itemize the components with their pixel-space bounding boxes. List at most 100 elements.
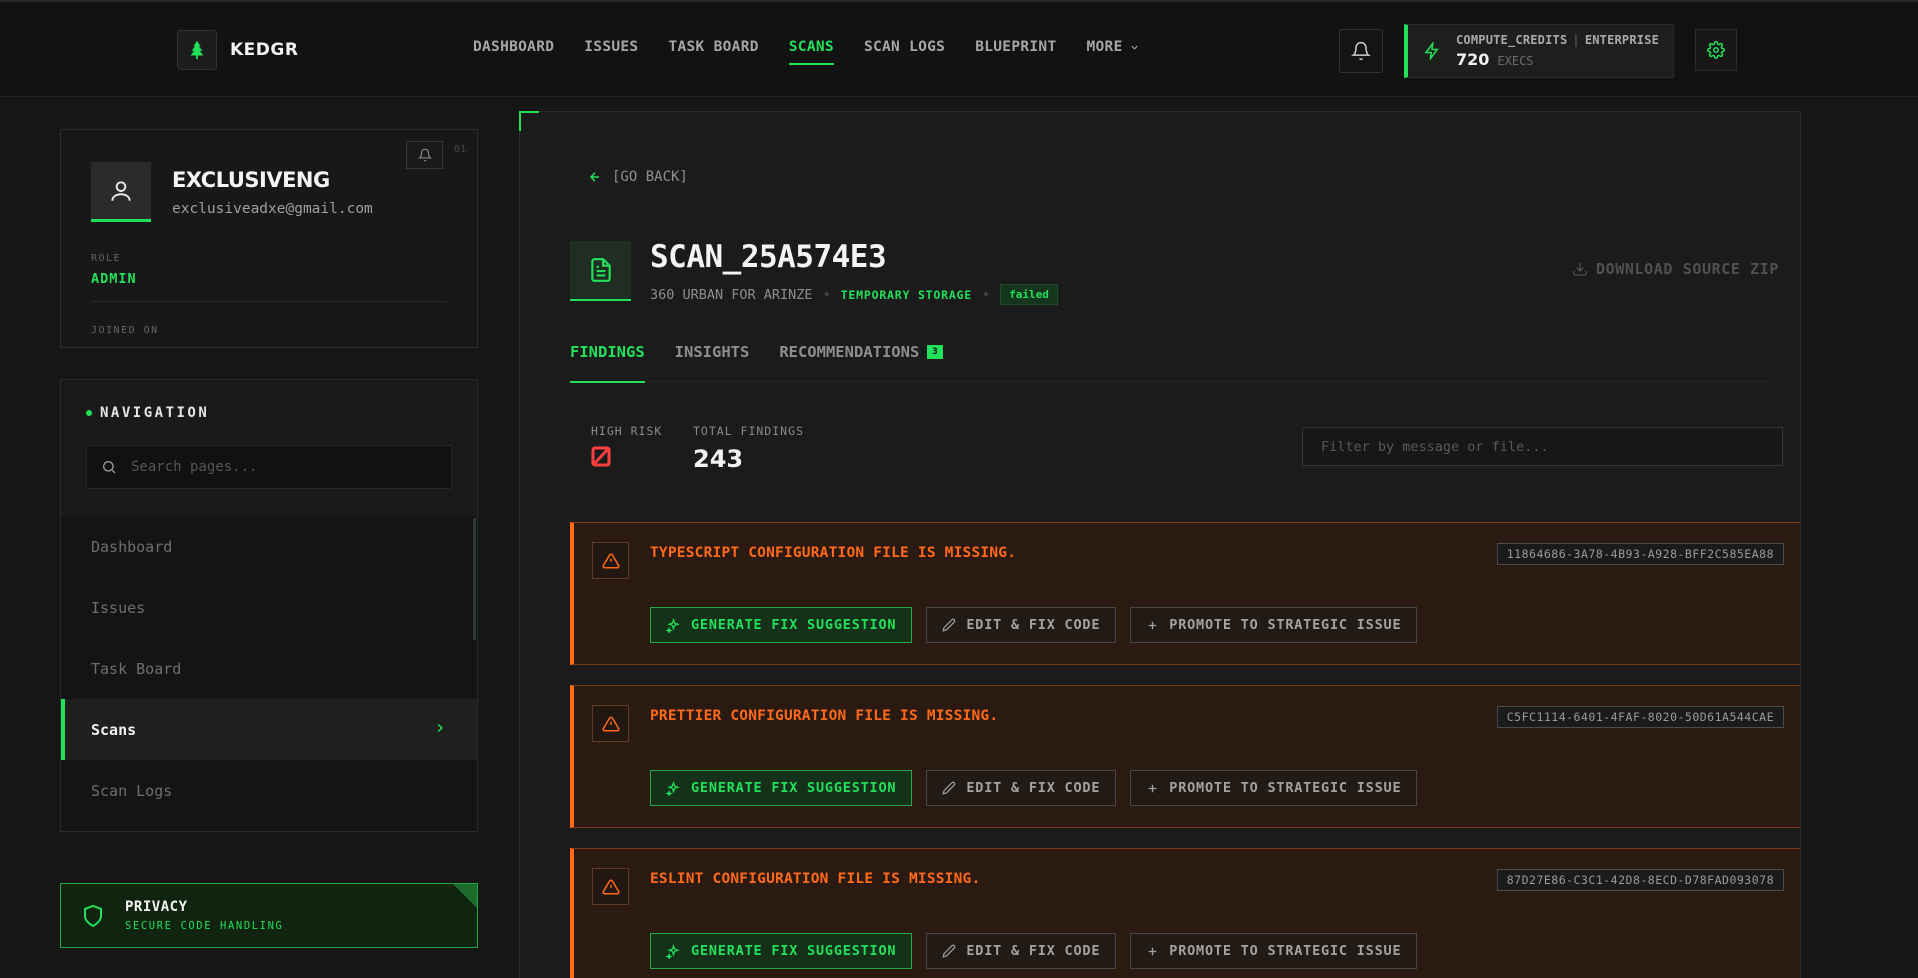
sidebar-item-scan-logs[interactable]: Scan Logs: [61, 760, 477, 821]
scan-title: SCAN_25A574E3: [650, 239, 887, 275]
generate-fix-suggestion-button[interactable]: GENERATE FIX SUGGESTION: [650, 607, 913, 643]
tab-findings[interactable]: FINDINGS: [570, 336, 645, 383]
warning-icon: [592, 868, 629, 905]
promote-to-strategic-issue-button[interactable]: PROMOTE TO STRATEGIC ISSUE: [1130, 770, 1418, 806]
nav-blueprint[interactable]: BLUEPRINT: [975, 39, 1056, 61]
generate-fix-suggestion-button[interactable]: GENERATE FIX SUGGESTION: [650, 770, 913, 806]
warning-icon: [592, 542, 629, 579]
arrow-left-icon: [589, 172, 600, 182]
plus-icon: [1148, 621, 1157, 629]
sidebar-scrollbar[interactable]: [473, 518, 476, 640]
credits-unit: EXECS: [1497, 54, 1534, 68]
sidebar-item-scans[interactable]: Scans: [61, 699, 477, 760]
credits-label: COMPUTE_CREDITS: [1456, 33, 1568, 47]
nav-scan-logs[interactable]: SCAN LOGS: [864, 39, 945, 61]
compute-credits-widget[interactable]: COMPUTE_CREDITS | ENTERPRISE 720 EXECS: [1404, 24, 1674, 78]
finding-id: C5FC1114-6401-4FAF-8020-50D61A544CAE: [1496, 706, 1784, 728]
profile-card-index: 01: [454, 144, 467, 155]
shield-icon: [61, 904, 125, 928]
nav-task-board[interactable]: TASK BOARD: [668, 39, 758, 61]
role-label: ROLE: [91, 253, 122, 264]
total-findings-value: 243: [693, 445, 744, 473]
sidebar-nav-list: Dashboard Issues Task Board Scans Scan L…: [61, 516, 477, 821]
divider: [91, 301, 447, 302]
privacy-title: PRIVACY: [125, 899, 188, 915]
nav-scans[interactable]: SCANS: [788, 39, 835, 65]
privacy-subtitle: SECURE CODE HANDLING: [125, 920, 284, 932]
tab-insights[interactable]: INSIGHTS: [675, 336, 750, 382]
filter-input[interactable]: [1302, 427, 1783, 466]
brand[interactable]: KEDGR: [177, 30, 298, 70]
lightning-icon: [1408, 42, 1456, 60]
generate-fix-suggestion-button[interactable]: GENERATE FIX SUGGESTION: [650, 933, 913, 969]
project-name: 360 URBAN FOR ARINZE: [650, 286, 813, 303]
sidebar-item-task-board[interactable]: Task Board: [61, 638, 477, 699]
username: EXCLUSIVENG: [172, 168, 330, 192]
user-email: exclusiveadxe@gmail.com: [172, 201, 373, 217]
promote-to-strategic-issue-button[interactable]: PROMOTE TO STRATEGIC ISSUE: [1130, 933, 1418, 969]
panel-corner-accent: [519, 111, 539, 131]
pencil-icon: [942, 618, 956, 632]
page-search: [86, 445, 452, 489]
status-dot-icon: [86, 410, 92, 416]
high-risk-value-glyph: [591, 446, 611, 467]
gear-icon: [1707, 41, 1725, 59]
settings-button[interactable]: [1695, 29, 1737, 71]
download-source-zip-button[interactable]: DOWNLOAD SOURCE ZIP: [1572, 260, 1779, 278]
bell-icon: [417, 148, 432, 162]
sidebar-item-issues[interactable]: Issues: [61, 577, 477, 638]
finding-id: 11864686-3A78-4B93-A928-BFF2C585EA88: [1496, 543, 1784, 565]
nav-more[interactable]: MORE: [1087, 39, 1140, 61]
joined-label: JOINED ON: [91, 325, 159, 336]
main-nav: DASHBOARD ISSUES TASK BOARD SCANS SCAN L…: [473, 39, 1170, 65]
total-findings-label: TOTAL FINDINGS: [693, 424, 804, 438]
edit-fix-code-button[interactable]: EDIT & FIX CODE: [926, 770, 1117, 806]
recommendations-count-badge: 3: [927, 345, 943, 359]
warning-icon: [592, 705, 629, 742]
profile-notifications-button[interactable]: [406, 141, 443, 169]
pencil-icon: [942, 944, 956, 958]
credits-plan: ENTERPRISE: [1584, 33, 1660, 47]
brand-name: KEDGR: [230, 40, 299, 60]
promote-to-strategic-issue-button[interactable]: PROMOTE TO STRATEGIC ISSUE: [1130, 607, 1418, 643]
scan-meta: 360 URBAN FOR ARINZE • TEMPORARY STORAGE…: [650, 284, 1058, 305]
credits-value: 720: [1456, 50, 1490, 69]
document-icon: [570, 241, 631, 301]
privacy-card: PRIVACY SECURE CODE HANDLING: [60, 883, 478, 948]
navigation-title: NAVIGATION: [86, 405, 209, 421]
bell-icon: [1351, 41, 1371, 61]
navigation-panel: NAVIGATION Dashboard Issues Task Board S…: [60, 379, 478, 832]
storage-badge: TEMPORARY STORAGE: [840, 287, 973, 302]
finding-message: ESLINT CONFIGURATION FILE IS MISSING.: [650, 871, 981, 887]
finding-message: TYPESCRIPT CONFIGURATION FILE IS MISSING…: [650, 545, 1017, 561]
go-back-link[interactable]: [GO BACK]: [588, 169, 688, 185]
finding-card: PRETTIER CONFIGURATION FILE IS MISSING. …: [570, 685, 1800, 828]
top-bar: KEDGR DASHBOARD ISSUES TASK BOARD SCANS …: [0, 0, 1918, 97]
sidebar-item-dashboard[interactable]: Dashboard: [61, 516, 477, 577]
tree-logo-icon: [177, 30, 217, 70]
download-icon: [1573, 263, 1587, 276]
page-search-input[interactable]: [131, 459, 411, 475]
finding-card: TYPESCRIPT CONFIGURATION FILE IS MISSING…: [570, 522, 1800, 665]
notifications-button[interactable]: [1339, 29, 1383, 73]
nav-dashboard[interactable]: DASHBOARD: [473, 39, 554, 61]
edit-fix-code-button[interactable]: EDIT & FIX CODE: [926, 607, 1117, 643]
search-icon: [103, 461, 116, 474]
status-badge: failed: [1000, 284, 1058, 305]
finding-message: PRETTIER CONFIGURATION FILE IS MISSING.: [650, 708, 999, 724]
finding-card: ESLINT CONFIGURATION FILE IS MISSING. 87…: [570, 848, 1800, 978]
nav-issues[interactable]: ISSUES: [584, 39, 638, 61]
avatar[interactable]: [91, 162, 151, 222]
high-risk-label: HIGH RISK: [591, 424, 663, 438]
plus-icon: [1148, 947, 1157, 955]
scan-tabs: FINDINGS INSIGHTS RECOMMENDATIONS 3: [570, 336, 1772, 383]
nav-more-label: MORE: [1086, 39, 1123, 55]
chevron-down-icon: [1130, 45, 1138, 50]
edit-fix-code-button[interactable]: EDIT & FIX CODE: [926, 933, 1117, 969]
finding-id: 87D27E86-C3C1-42D8-8ECD-D78FAD093078: [1496, 869, 1784, 891]
plus-icon: [1148, 784, 1157, 792]
tab-recommendations[interactable]: RECOMMENDATIONS 3: [779, 336, 943, 382]
high-risk-stat: HIGH RISK: [591, 424, 662, 473]
user-icon: [111, 180, 131, 201]
profile-card: 01 EXCLUSIVENG exclusiveadxe@gmail.com R…: [60, 129, 478, 348]
